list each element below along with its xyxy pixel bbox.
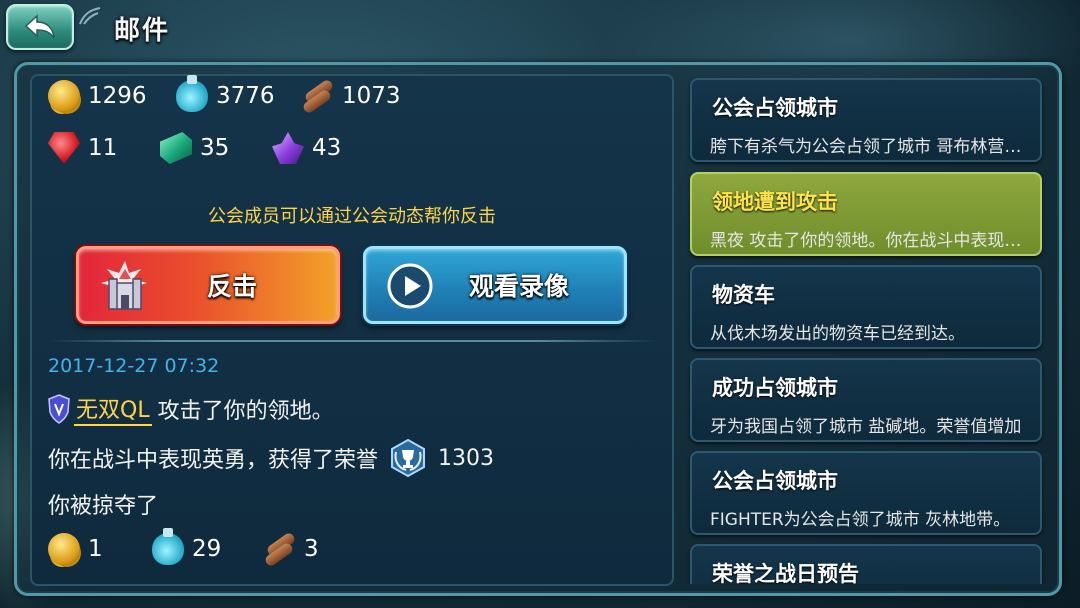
mail-timestamp: 2017-12-27 07:32 — [48, 355, 220, 377]
counterattack-button[interactable]: 反击 — [76, 246, 340, 324]
mail-item-preview: 胯下有杀气为公会占领了城市 哥布林营地。 — [710, 137, 1030, 157]
loss-elixir-value: 29 — [192, 536, 222, 562]
attack-line: 无双QL 攻击了你的领地。 — [48, 392, 334, 426]
castle-attack-icon — [101, 261, 147, 310]
resource-wood: 1073 — [302, 80, 401, 112]
honor-value: 1303 — [438, 445, 495, 471]
resource-emerald: 35 — [160, 132, 229, 164]
mail-item-title: 公会占领城市 — [712, 96, 838, 120]
loss-wood: 3 — [264, 533, 319, 565]
mail-item[interactable]: 公会占领城市 FIGHTER为公会占领了城市 灰林地带。 — [690, 451, 1042, 535]
resource-ruby-value: 11 — [88, 135, 118, 161]
mail-item-preview: 牙为我国占领了城市 盐碱地。荣誉值增加 — [710, 417, 1022, 437]
back-button[interactable] — [6, 4, 74, 50]
resource-wood-value: 1073 — [342, 83, 401, 109]
guild-help-notice: 公会成员可以通过公会动态帮你反击 — [208, 206, 496, 227]
mail-item[interactable]: 荣誉之战日预告 — [690, 544, 1042, 584]
resource-elixir: 3776 — [176, 75, 275, 112]
wood-log-icon — [264, 533, 296, 565]
plunder-line: 你被掠夺了 — [48, 494, 159, 519]
resource-crystal-value: 43 — [312, 135, 342, 161]
mail-item-preview: FIGHTER为公会占领了城市 灰林地带。 — [710, 510, 1011, 530]
watch-replay-button[interactable]: 观看录像 — [363, 246, 627, 324]
resource-gold-value: 1296 — [88, 83, 147, 109]
resource-gold: 1296 — [48, 80, 147, 112]
mail-item-preview: 从伐木场发出的物资车已经到达。 — [710, 324, 965, 344]
gold-coin-icon — [48, 533, 80, 565]
loss-gold-value: 1 — [88, 536, 103, 562]
mail-item-preview: 黑夜 攻击了你的领地。你在战斗中表现英勇 — [710, 231, 1030, 251]
mail-item-title: 公会占领城市 — [712, 469, 838, 493]
crystal-gem-icon — [272, 132, 304, 164]
mail-list[interactable]: 公会占领城市 胯下有杀气为公会占领了城市 哥布林营地。 领地遭到攻击 黑夜 攻击… — [686, 74, 1048, 584]
mail-item-title: 成功占领城市 — [712, 376, 838, 400]
resource-elixir-value: 3776 — [216, 83, 275, 109]
loss-elixir: 29 — [152, 528, 222, 565]
back-arrow-icon — [24, 14, 55, 39]
resource-ruby: 11 — [48, 132, 117, 164]
mail-item[interactable]: 公会占领城市 胯下有杀气为公会占领了城市 哥布林营地。 — [690, 78, 1042, 162]
elixir-potion-icon — [152, 528, 184, 565]
counterattack-label: 反击 — [206, 272, 257, 301]
resource-emerald-value: 35 — [200, 135, 230, 161]
divider — [48, 340, 658, 342]
attack-text: 攻击了你的领地。 — [157, 399, 334, 424]
resource-crystal: 43 — [272, 132, 341, 164]
mail-item[interactable]: 成功占领城市 牙为我国占领了城市 盐碱地。荣誉值增加 — [690, 358, 1042, 442]
play-icon — [387, 263, 433, 309]
mail-item-title: 领地遭到攻击 — [712, 190, 838, 214]
elixir-potion-icon — [176, 75, 208, 112]
wood-log-icon — [302, 80, 334, 112]
page-title: 邮件 — [114, 16, 171, 46]
loss-wood-value: 3 — [304, 536, 319, 562]
header-ornament-icon — [79, 7, 101, 25]
mail-item-title: 荣誉之战日预告 — [712, 562, 859, 584]
honor-trophy-icon — [391, 438, 426, 478]
honor-line: 你在战斗中表现英勇，获得了荣誉 1303 — [48, 438, 494, 478]
attacker-name-link[interactable]: 无双QL — [74, 392, 152, 426]
gold-coin-icon — [48, 80, 80, 112]
loss-gold: 1 — [48, 533, 103, 565]
ruby-gem-icon — [48, 132, 80, 164]
mail-item[interactable]: 物资车 从伐木场发出的物资车已经到达。 — [690, 265, 1042, 349]
mail-item-selected[interactable]: 领地遭到攻击 黑夜 攻击了你的领地。你在战斗中表现英勇 — [690, 172, 1042, 256]
emerald-gem-icon — [160, 132, 192, 164]
guild-shield-icon — [48, 394, 70, 424]
honor-text: 你在战斗中表现英勇，获得了荣誉 — [48, 448, 379, 473]
watch-replay-label: 观看录像 — [468, 272, 569, 301]
mail-item-title: 物资车 — [712, 283, 775, 307]
